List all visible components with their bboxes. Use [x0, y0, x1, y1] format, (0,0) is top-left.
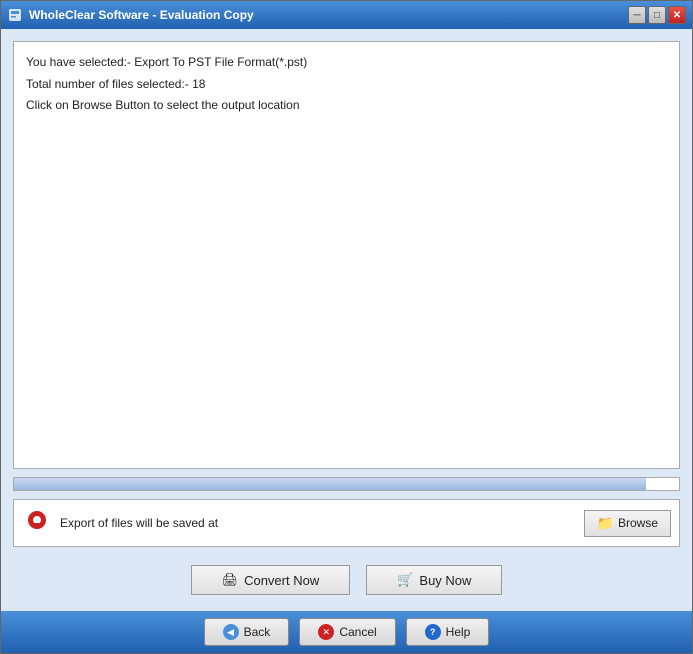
location-pin-icon: [22, 509, 52, 537]
browse-label: Browse: [618, 516, 658, 530]
window-controls: ─ □ ✕: [628, 6, 686, 24]
location-label: Export of files will be saved at: [60, 516, 576, 530]
progress-bar-container: [13, 477, 680, 491]
app-icon: [7, 7, 23, 23]
info-box: You have selected:- Export To PST File F…: [13, 41, 680, 469]
progress-bar-fill: [14, 478, 646, 490]
minimize-button[interactable]: ─: [628, 6, 646, 24]
cart-icon: 🛒: [397, 572, 413, 588]
maximize-button[interactable]: □: [648, 6, 666, 24]
cancel-button[interactable]: ✕ Cancel: [299, 618, 395, 646]
help-button[interactable]: ? Help: [406, 618, 490, 646]
cancel-label: Cancel: [339, 625, 376, 639]
info-line-3: Click on Browse Button to select the out…: [26, 95, 667, 117]
convert-label: Convert Now: [244, 573, 319, 588]
convert-now-button[interactable]: 🖨 Convert Now: [191, 565, 351, 595]
info-line-2: Total number of files selected:- 18: [26, 74, 667, 96]
bottom-bar: ◀ Back ✕ Cancel ? Help: [1, 611, 692, 653]
window-title: WholeClear Software - Evaluation Copy: [29, 8, 628, 22]
back-icon: ◀: [223, 624, 239, 640]
info-line-1: You have selected:- Export To PST File F…: [26, 52, 667, 74]
title-bar: WholeClear Software - Evaluation Copy ─ …: [1, 1, 692, 29]
buy-now-button[interactable]: 🛒 Buy Now: [366, 565, 502, 595]
progress-area: Export of files will be saved at 📁 Brows…: [13, 477, 680, 547]
content-area: You have selected:- Export To PST File F…: [1, 29, 692, 611]
main-window: WholeClear Software - Evaluation Copy ─ …: [0, 0, 693, 654]
help-label: Help: [446, 625, 471, 639]
cancel-icon: ✕: [318, 624, 334, 640]
help-icon: ?: [425, 624, 441, 640]
close-button[interactable]: ✕: [668, 6, 686, 24]
action-buttons: 🖨 Convert Now 🛒 Buy Now: [13, 555, 680, 599]
folder-icon: 📁: [597, 515, 614, 532]
location-row: Export of files will be saved at 📁 Brows…: [13, 499, 680, 547]
browse-button[interactable]: 📁 Browse: [584, 510, 671, 537]
back-label: Back: [244, 625, 271, 639]
buy-label: Buy Now: [419, 573, 471, 588]
convert-icon: 🖨: [222, 572, 239, 588]
back-button[interactable]: ◀ Back: [204, 618, 290, 646]
